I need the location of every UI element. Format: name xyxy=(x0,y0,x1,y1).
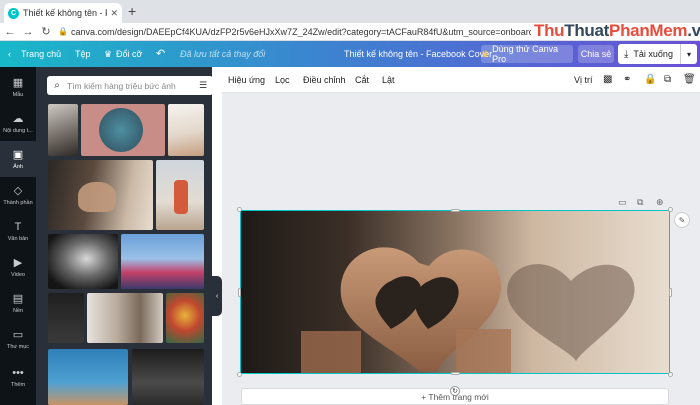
effects-button[interactable]: Hiệu ứng xyxy=(228,75,265,85)
folder-icon: ▭ xyxy=(12,328,24,341)
cloud-upload-icon: ☁ xyxy=(12,112,24,125)
photo-thumbnail[interactable] xyxy=(81,104,165,156)
photo-thumbnail[interactable] xyxy=(87,293,163,343)
filter-button[interactable]: Lọc xyxy=(275,75,290,85)
resize-handle[interactable] xyxy=(669,288,672,297)
text-icon: T xyxy=(14,220,22,233)
search-icon: ⌕ xyxy=(54,80,60,91)
resize-handle[interactable] xyxy=(451,209,460,212)
photo-thumbnail[interactable] xyxy=(166,293,204,343)
page-add-icon[interactable]: ⊕ xyxy=(656,197,664,208)
photos-panel: ⌕ Tìm kiếm hàng triệu bức ảnh ☰ xyxy=(36,67,212,405)
photo-thumbnail[interactable] xyxy=(156,160,204,230)
file-menu[interactable]: Tệp xyxy=(75,49,91,59)
photo-thumbnail[interactable] xyxy=(121,234,204,289)
more-dots-icon: ••• xyxy=(12,366,24,379)
duplicate-icon[interactable]: ⧉ xyxy=(664,74,671,85)
photo-thumbnail[interactable] xyxy=(48,349,128,405)
rotate-icon[interactable]: ↻ xyxy=(450,386,460,396)
close-tab-icon[interactable]: ✕ xyxy=(110,8,118,19)
video-icon: ▶ xyxy=(13,256,23,269)
resize-handle[interactable] xyxy=(668,207,673,212)
rail-item-uploads[interactable]: ☁ Nội dung t... xyxy=(0,105,36,141)
download-options-chevron-icon[interactable]: ▾ xyxy=(680,44,697,64)
rail-item-templates[interactable]: ▦ Mẫu xyxy=(0,69,36,105)
image-toolbar: Hiệu ứng Lọc Điều chỉnh Cắt Lật Vị trí ▩… xyxy=(222,67,700,93)
crown-icon: ♛ xyxy=(481,48,490,59)
resize-handle[interactable] xyxy=(451,372,460,375)
photo-thumbnail[interactable] xyxy=(48,104,78,156)
browser-tab-bar: C Thiết kế không tên - Facebook C ✕ + xyxy=(0,0,700,23)
lock-icon[interactable]: 🔒 xyxy=(644,74,656,85)
rail-item-folders[interactable]: ▭ Thư mục xyxy=(0,321,36,357)
photo-thumbnail[interactable] xyxy=(48,293,84,343)
trash-icon[interactable]: 🗑 xyxy=(683,74,696,85)
adjust-button[interactable]: Điều chỉnh xyxy=(303,75,346,85)
url-field[interactable]: canva.com/design/DAEEpCf4KUA/dzFP2r5v6eH… xyxy=(71,27,531,37)
photo-thumbnail[interactable] xyxy=(132,349,204,405)
watermark-logo: ThuThuatPhanMem.vn xyxy=(534,21,700,40)
lock-icon[interactable]: 🔒 xyxy=(58,27,68,36)
photo-icon: ▣ xyxy=(12,148,24,161)
page-notes-icon[interactable]: ▭ xyxy=(618,197,627,208)
rail-item-more[interactable]: ••• Thêm xyxy=(0,359,36,395)
crop-button[interactable]: Cắt xyxy=(355,75,369,85)
home-chevron-icon[interactable]: ‹ xyxy=(8,49,11,59)
back-arrow-icon[interactable]: ← xyxy=(2,26,18,38)
templates-icon: ▦ xyxy=(12,76,24,89)
transparency-icon[interactable]: ▩ xyxy=(603,74,612,85)
photo-search-bar[interactable]: ⌕ Tìm kiếm hàng triệu bức ảnh ☰ xyxy=(47,76,212,95)
tab-title: Thiết kế không tên - Facebook C xyxy=(23,8,107,18)
photo-thumbnail[interactable] xyxy=(168,104,204,156)
page-duplicate-icon[interactable]: ⧉ xyxy=(637,197,643,208)
download-icon: ⤓ xyxy=(624,48,629,60)
collapse-panel-chevron-icon[interactable]: ‹ xyxy=(212,276,222,316)
resize-crown-icon: ♛ xyxy=(104,49,113,59)
filter-sliders-icon[interactable]: ☰ xyxy=(199,80,212,91)
background-icon: ▤ xyxy=(12,292,24,305)
undo-icon[interactable]: ↶ xyxy=(156,47,165,60)
resize-handle[interactable] xyxy=(237,207,242,212)
editor-header: ‹ Trang chủ Tệp ♛ Đổi cỡ ↶ Đã lưu tất cả… xyxy=(0,41,700,67)
reload-icon[interactable]: ↻ xyxy=(38,25,54,38)
photo-thumbnail[interactable] xyxy=(48,234,118,289)
rail-item-video[interactable]: ▶ Video xyxy=(0,249,36,285)
add-comment-icon[interactable]: ✎ xyxy=(674,212,690,228)
browser-tab[interactable]: C Thiết kế không tên - Facebook C ✕ xyxy=(4,3,122,23)
rail-item-text[interactable]: T Văn bản xyxy=(0,213,36,249)
canva-favicon-icon: C xyxy=(8,7,19,19)
share-button[interactable]: Chia sẻ xyxy=(578,45,614,63)
forward-arrow-icon[interactable]: → xyxy=(20,26,36,38)
home-link[interactable]: Trang chủ xyxy=(21,49,61,59)
resize-handle[interactable] xyxy=(668,372,673,377)
new-tab-button[interactable]: + xyxy=(128,3,136,19)
resize-button[interactable]: Đổi cỡ xyxy=(116,49,142,59)
resize-handle[interactable] xyxy=(238,288,241,297)
document-title[interactable]: Thiết kế không tên - Facebook Cover xyxy=(344,49,492,59)
try-pro-button[interactable]: ♛ Dùng thử Canva Pro xyxy=(481,44,573,64)
rail-item-elements[interactable]: ◇ Thành phần xyxy=(0,177,36,213)
rail-item-photos[interactable]: ▣ Ảnh xyxy=(0,141,36,177)
resize-handle[interactable] xyxy=(237,372,242,377)
download-button[interactable]: ⤓ Tải xuống ▾ xyxy=(618,44,697,64)
photo-thumbnail[interactable] xyxy=(48,160,153,230)
search-input[interactable]: Tìm kiếm hàng triệu bức ảnh xyxy=(67,81,199,91)
side-rail: ▦ Mẫu ☁ Nội dung t... ▣ Ảnh ◇ Thành phần… xyxy=(0,67,36,405)
position-button[interactable]: Vị trí xyxy=(574,75,593,85)
link-icon[interactable]: ⚭ xyxy=(623,74,631,85)
flip-button[interactable]: Lật xyxy=(382,75,395,85)
rail-item-background[interactable]: ▤ Nền xyxy=(0,285,36,321)
shapes-icon: ◇ xyxy=(13,184,23,197)
saved-status: Đã lưu tất cả thay đổi xyxy=(180,49,266,59)
selection-frame xyxy=(237,207,673,377)
